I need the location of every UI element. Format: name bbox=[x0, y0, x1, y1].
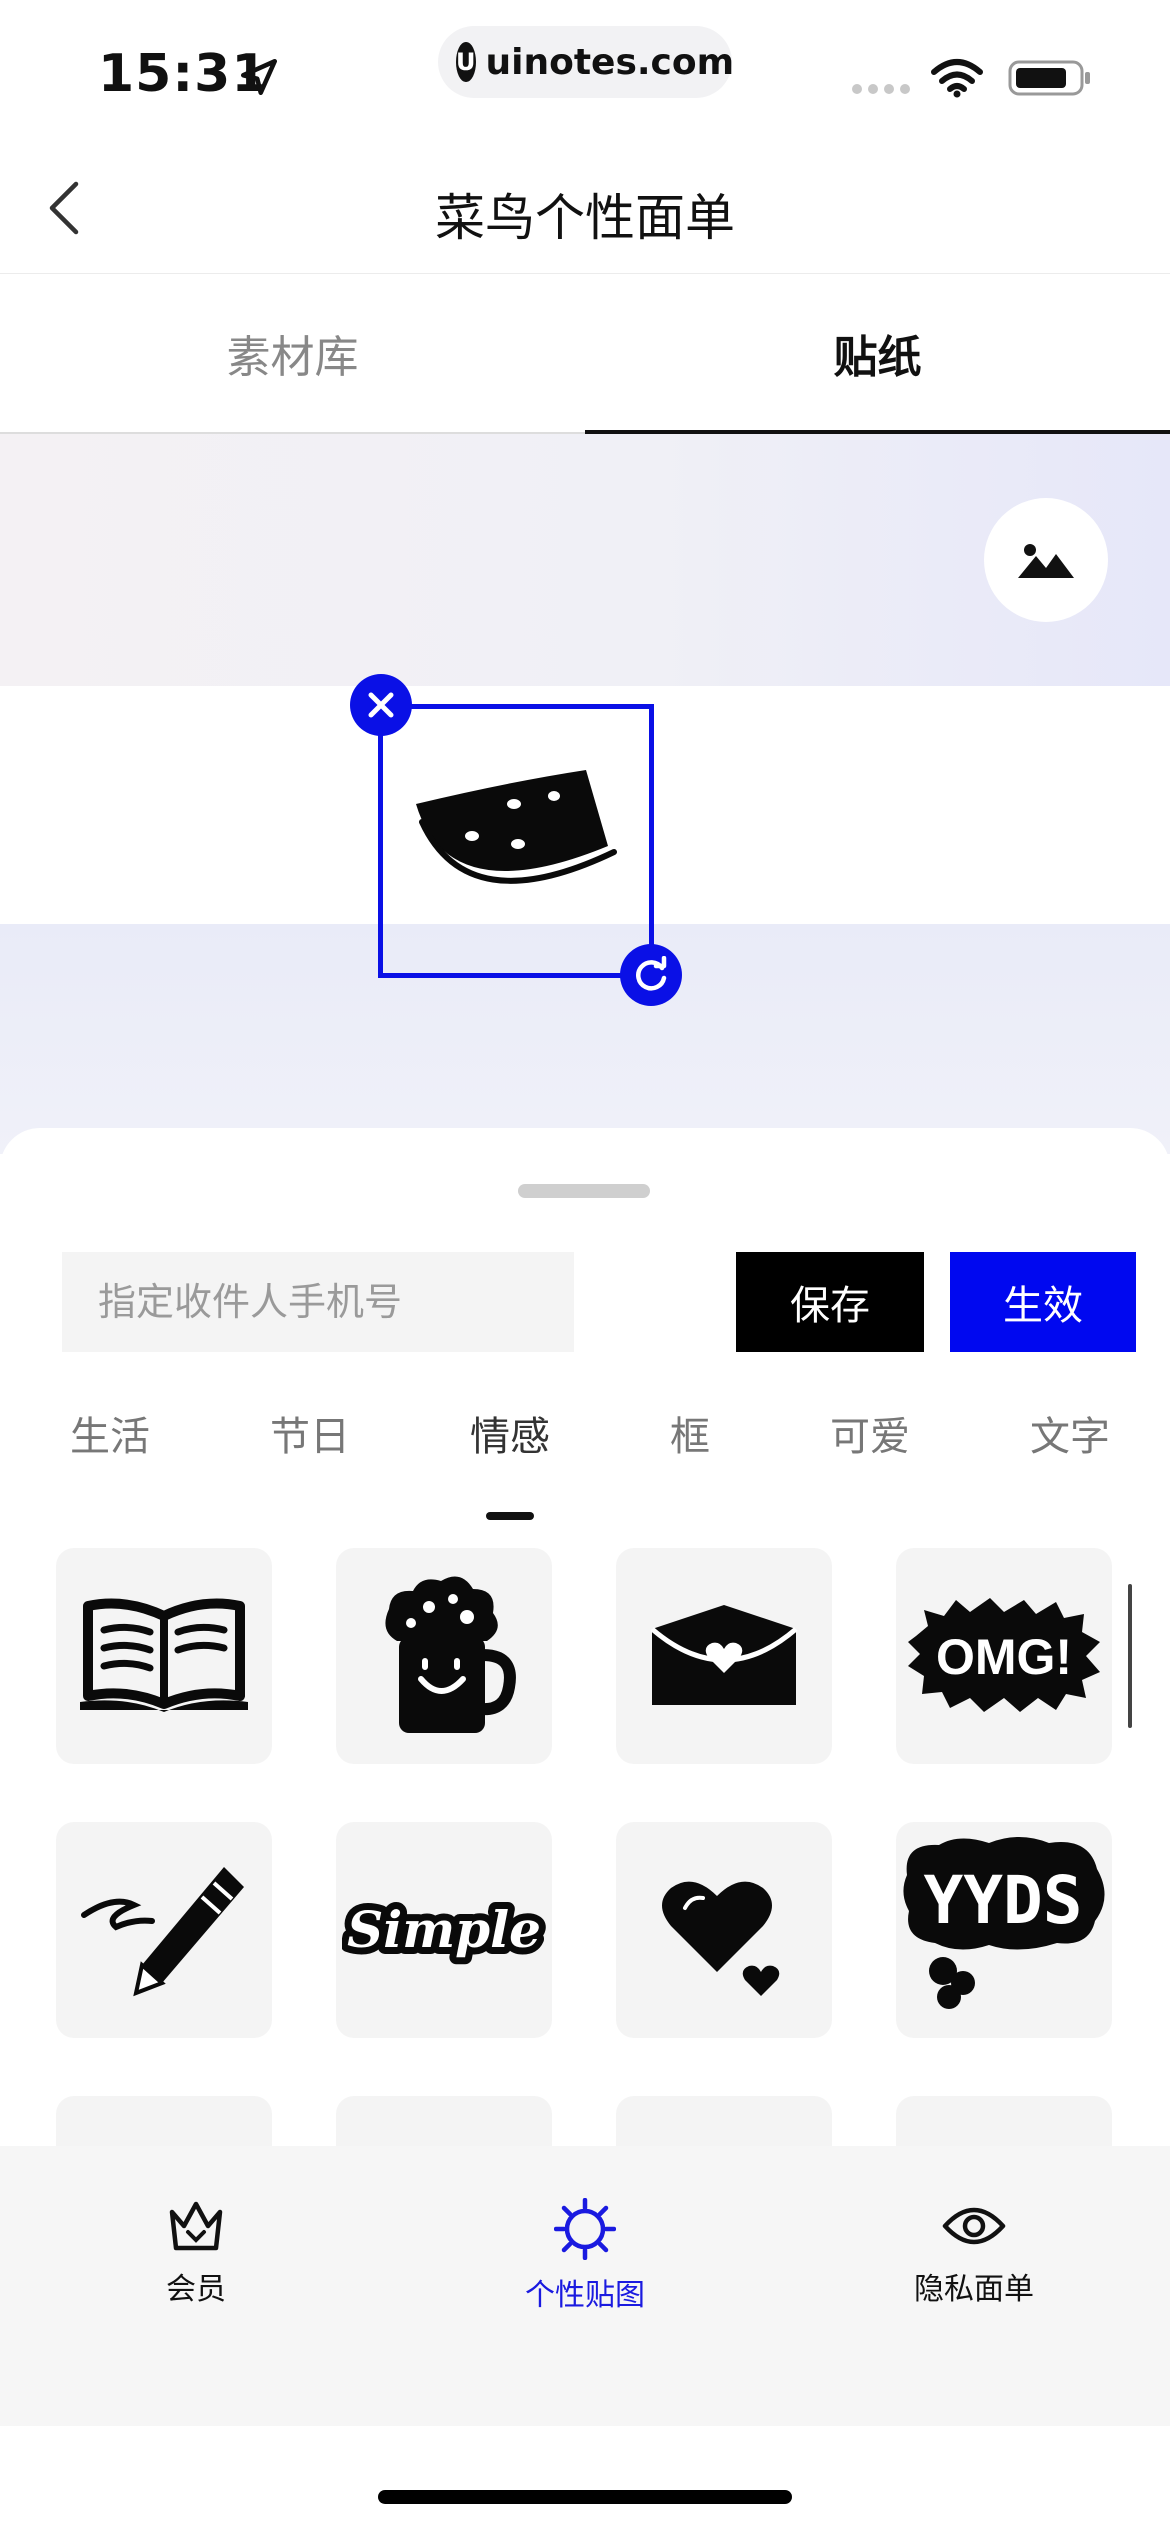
simple-text-icon: Simple Simple bbox=[342, 1893, 546, 1966]
tabbar-membership[interactable]: 会员 bbox=[96, 2198, 296, 2308]
sticker-omg[interactable]: OMG! bbox=[896, 1548, 1112, 1764]
sticker-yyds[interactable]: YYDS bbox=[896, 1822, 1112, 2038]
url-pill[interactable]: U uinotes.com bbox=[438, 26, 735, 98]
tabbar-custom-stickers-label: 个性贴图 bbox=[525, 2278, 645, 2313]
tab-material-library[interactable]: 素材库 bbox=[0, 274, 585, 432]
apply-button[interactable]: 生效 bbox=[950, 1252, 1136, 1352]
category-frame[interactable]: 框 bbox=[650, 1404, 730, 1504]
image-icon bbox=[1018, 544, 1074, 578]
rotate-icon bbox=[636, 956, 667, 991]
tabbar-privacy-label-text: 隐私面单 bbox=[914, 2272, 1034, 2307]
url-text: uinotes.com bbox=[485, 41, 735, 83]
battery-icon bbox=[1008, 60, 1090, 96]
sticker-category-tabs: 生活 节日 情感 框 可爱 文字 bbox=[50, 1404, 1130, 1520]
wifi-icon bbox=[931, 59, 983, 98]
close-icon bbox=[368, 692, 394, 718]
status-bar: 15:31 U uinotes.com bbox=[0, 0, 1170, 140]
remove-sticker-button[interactable] bbox=[350, 674, 412, 736]
category-life[interactable]: 生活 bbox=[50, 1404, 170, 1504]
category-text[interactable]: 文字 bbox=[1010, 1404, 1130, 1504]
sheet-drag-handle[interactable] bbox=[518, 1184, 650, 1198]
open-book-icon bbox=[80, 1598, 248, 1712]
hearts-icon bbox=[662, 1881, 780, 1996]
sticker-pencil-scribble[interactable] bbox=[56, 1822, 272, 2038]
crown-icon bbox=[169, 2201, 223, 2251]
category-holiday[interactable]: 节日 bbox=[250, 1404, 370, 1504]
grid-scroll-indicator bbox=[1128, 1584, 1132, 1728]
sticker-beer-mug[interactable] bbox=[336, 1548, 552, 1764]
category-emotion[interactable]: 情感 bbox=[450, 1404, 570, 1520]
heart-envelope-icon bbox=[650, 1605, 798, 1705]
save-button[interactable]: 保存 bbox=[736, 1252, 924, 1352]
pencil-scribble-icon bbox=[81, 1867, 244, 1997]
yyds-text: YYDS bbox=[924, 1862, 1083, 1939]
tab-stickers[interactable]: 贴纸 bbox=[585, 274, 1170, 434]
home-indicator bbox=[378, 2490, 792, 2504]
sticker-simple[interactable]: Simple Simple bbox=[336, 1822, 552, 2038]
page-title: 菜鸟个性面单 bbox=[435, 189, 735, 247]
eye-icon bbox=[942, 2207, 1006, 2245]
sticker-sheet: 保存 生效 生活 节日 情感 框 可爱 文字 bbox=[0, 1128, 1170, 2312]
rotate-sticker-handle[interactable] bbox=[620, 944, 682, 1006]
tabbar-membership-label: 会员 bbox=[166, 2272, 226, 2307]
cellular-signal-icon bbox=[852, 84, 910, 94]
sun-icon bbox=[554, 2198, 616, 2260]
simple-text: Simple bbox=[347, 1900, 541, 1959]
bottom-tab-bar: 会员 个性贴图 隐私面单 bbox=[0, 2146, 1170, 2426]
sticker-open-book[interactable] bbox=[56, 1548, 272, 1764]
tabbar-custom-stickers[interactable]: 个性贴图 bbox=[485, 2198, 685, 2314]
location-arrow-icon bbox=[240, 58, 278, 96]
segment-tabs: 素材库 贴纸 bbox=[0, 274, 1170, 434]
yyds-text-icon: YYDS bbox=[903, 1837, 1105, 2009]
beer-mug-icon bbox=[385, 1576, 516, 1733]
navigation-bar: 菜鸟个性面单 bbox=[0, 140, 1170, 274]
category-cute[interactable]: 可爱 bbox=[810, 1404, 930, 1504]
sticker-heart-envelope[interactable] bbox=[616, 1548, 832, 1764]
tabbar-privacy-label[interactable]: 隐私面单 bbox=[874, 2198, 1074, 2308]
label-canvas[interactable] bbox=[0, 434, 1170, 1154]
sticker-selection-box[interactable] bbox=[378, 704, 654, 978]
omg-text: OMG! bbox=[936, 1629, 1072, 1685]
omg-burst-icon: OMG! bbox=[908, 1598, 1100, 1712]
sticker-hearts[interactable] bbox=[616, 1822, 832, 2038]
choose-image-button[interactable] bbox=[984, 498, 1108, 622]
site-logo-icon: U bbox=[456, 42, 476, 82]
recipient-phone-input[interactable] bbox=[62, 1252, 574, 1352]
